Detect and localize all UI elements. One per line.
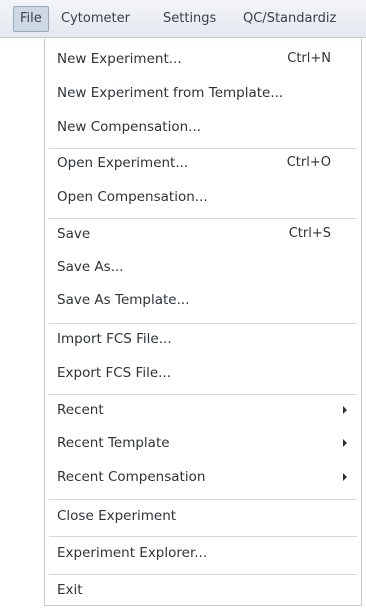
- menu-file[interactable]: File: [13, 6, 49, 32]
- menu-item-label: Recent Compensation: [57, 469, 206, 485]
- shortcut-label: Ctrl+N: [287, 51, 331, 66]
- menu-item-label: Recent Template: [57, 435, 170, 451]
- menu-cytometer[interactable]: Cytometer: [56, 6, 135, 32]
- menu-separator: [49, 536, 357, 537]
- submenu-arrow-icon: [343, 473, 347, 481]
- menu-item-recent-template[interactable]: Recent Template: [57, 435, 351, 451]
- menu-qc-standardization[interactable]: QC/Standardiz: [238, 6, 341, 32]
- menu-item-save-as[interactable]: Save As...: [57, 259, 351, 275]
- menu-item-label: Export FCS File...: [57, 365, 171, 381]
- shortcut-label: Ctrl+O: [286, 155, 331, 170]
- menu-item-label: Recent: [57, 402, 104, 418]
- menu-item-new-experiment-from-template[interactable]: New Experiment from Template...: [57, 85, 351, 101]
- menu-item-save-as-template[interactable]: Save As Template...: [57, 292, 351, 308]
- menu-item-label: Exit: [57, 582, 83, 598]
- menu-item-new-compensation[interactable]: New Compensation...: [57, 119, 351, 135]
- menu-item-close-experiment[interactable]: Close Experiment: [57, 508, 351, 524]
- menu-settings[interactable]: Settings: [158, 6, 221, 32]
- menu-item-recent-compensation[interactable]: Recent Compensation: [57, 469, 351, 485]
- menu-separator: [49, 148, 357, 149]
- shortcut-label: Ctrl+S: [288, 226, 331, 241]
- menu-item-label: New Experiment from Template...: [57, 85, 284, 101]
- menu-item-label: New Compensation...: [57, 119, 202, 135]
- menu-item-label: Open Experiment...: [57, 155, 189, 171]
- menu-item-label: Close Experiment: [57, 508, 177, 524]
- menu-bar: File Cytometer Settings QC/Standardiz: [0, 0, 366, 38]
- menu-separator: [49, 218, 357, 219]
- menu-item-save[interactable]: Save Ctrl+S: [57, 226, 351, 242]
- submenu-arrow-icon: [343, 439, 347, 447]
- menu-item-label: New Experiment...: [57, 51, 182, 67]
- menu-item-recent[interactable]: Recent: [57, 402, 351, 418]
- menu-item-label: Experiment Explorer...: [57, 545, 208, 561]
- menu-item-label: Import FCS File...: [57, 331, 172, 347]
- menu-item-new-experiment[interactable]: New Experiment... Ctrl+N: [57, 51, 351, 67]
- menu-item-import-fcs-file[interactable]: Import FCS File...: [57, 331, 351, 347]
- menu-item-label: Open Compensation...: [57, 189, 208, 205]
- menu-separator: [49, 574, 357, 575]
- menu-separator: [49, 323, 357, 324]
- menu-item-export-fcs-file[interactable]: Export FCS File...: [57, 365, 351, 381]
- menu-item-exit[interactable]: Exit: [57, 582, 351, 598]
- menu-separator: [49, 394, 357, 395]
- menu-item-label: Save: [57, 226, 91, 242]
- submenu-arrow-icon: [343, 406, 347, 414]
- menu-item-label: Save As Template...: [57, 292, 190, 308]
- menu-item-open-experiment[interactable]: Open Experiment... Ctrl+O: [57, 155, 351, 171]
- menu-item-label: Save As...: [57, 259, 124, 275]
- menu-item-experiment-explorer[interactable]: Experiment Explorer...: [57, 545, 351, 561]
- file-menu-dropdown: New Experiment... Ctrl+N New Experiment …: [44, 38, 362, 606]
- menu-separator: [49, 499, 357, 500]
- menu-item-open-compensation[interactable]: Open Compensation...: [57, 189, 351, 205]
